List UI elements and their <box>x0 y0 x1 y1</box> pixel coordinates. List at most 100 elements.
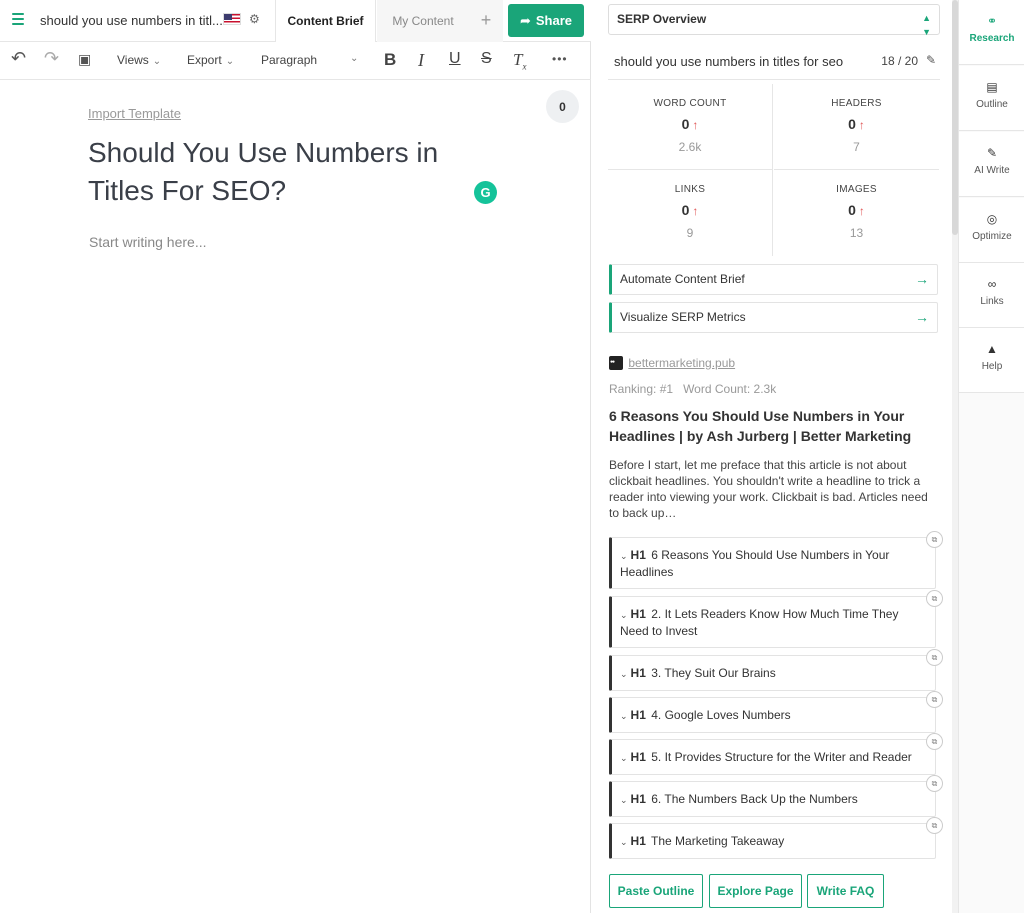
export-label: Export <box>187 53 222 67</box>
import-template-link[interactable]: Import Template <box>88 106 181 121</box>
document-title[interactable]: should you use numbers in titl... <box>40 13 223 28</box>
outline-heading[interactable]: ⌄ H1 5. It Provides Structure for the Wri… <box>609 733 943 775</box>
metric-label: LINKS <box>674 184 706 195</box>
share-arrow-icon: ➦ <box>519 12 531 28</box>
tab-content-brief[interactable]: Content Brief <box>275 0 376 42</box>
metric-value: 0 ↑ <box>848 116 865 132</box>
result-source: bettermarketing.pub <box>609 355 735 370</box>
copy-icon[interactable]: ⧉ <box>926 531 943 548</box>
heading-text: 3. They Suit Our Brains <box>651 666 776 680</box>
heading-tag: H1 <box>630 834 646 848</box>
metric-value: 0 ↑ <box>681 202 699 218</box>
metric-value: 0 ↑ <box>681 116 699 132</box>
chevron-down-icon[interactable]: ⌄ <box>620 837 628 847</box>
redo-icon[interactable]: ↷ <box>44 48 59 69</box>
add-tab-button[interactable]: + <box>469 0 503 42</box>
visualize-serp-metrics-button[interactable]: Visualize SERP Metrics → <box>609 302 938 333</box>
heading-text: 4. Google Loves Numbers <box>651 708 791 722</box>
sidenav-item-links[interactable]: ∞ Links <box>959 263 1024 328</box>
pencil-icon[interactable]: ✎ <box>926 53 936 67</box>
chevron-down-icon[interactable]: ⌄ <box>620 551 628 561</box>
serp-select-label: SERP Overview <box>617 12 707 26</box>
sidenav-label: Links <box>980 296 1004 307</box>
copy-icon[interactable]: ⧉ <box>926 733 943 750</box>
heading-tag: H1 <box>630 750 646 764</box>
write-faq-button[interactable]: Write FAQ <box>807 874 884 908</box>
underline-icon[interactable]: U <box>449 50 461 68</box>
explore-page-button[interactable]: Explore Page <box>709 874 802 908</box>
outline-heading[interactable]: ⌄ H1 3. They Suit Our Brains ⧉ <box>609 649 943 691</box>
outline-heading[interactable]: ⌄ H1 6 Reasons You Should Use Numbers in … <box>609 531 943 589</box>
heading-tag: H1 <box>630 548 646 562</box>
sidenav-item-research[interactable]: ⚭ Research <box>959 0 1024 65</box>
binoculars-icon: ⚭ <box>986 14 998 28</box>
copy-icon[interactable]: ⧉ <box>926 775 943 792</box>
magic-wand-icon: ✎ <box>986 146 998 160</box>
views-dropdown[interactable]: Views ⌄ <box>117 53 161 67</box>
sidenav-item-help[interactable]: ▲ Help <box>959 328 1024 393</box>
outline-heading[interactable]: ⌄ H1 4. Google Loves Numbers ⧉ <box>609 691 943 733</box>
metric-label: WORD COUNT <box>653 98 727 109</box>
link-icon: ∞ <box>987 277 997 291</box>
heading-tag: H1 <box>630 792 646 806</box>
heading-tag: H1 <box>630 666 646 680</box>
copy-icon[interactable]: ⧉ <box>926 691 943 708</box>
clear-format-icon[interactable]: Tx <box>513 50 526 71</box>
arrow-right-icon: → <box>915 271 929 287</box>
editor-toolbar: ↶ ↷ ▣ Views ⌄ Export ⌄ Paragraph ⌄ B I U S… <box>0 42 591 80</box>
copy-icon[interactable]: ⧉ <box>926 590 943 607</box>
sidenav-item-ai-write[interactable]: ✎ AI Write <box>959 132 1024 197</box>
paragraph-dropdown[interactable]: Paragraph <box>261 53 317 67</box>
bold-icon[interactable]: B <box>384 50 396 70</box>
tab-my-content[interactable]: My Content <box>377 0 469 42</box>
paragraph-label: Paragraph <box>261 53 318 67</box>
chevron-down-icon[interactable]: ⌄ <box>620 610 628 620</box>
more-icon[interactable]: ••• <box>552 52 568 66</box>
sidenav-item-outline[interactable]: ▤ Outline <box>959 66 1024 131</box>
metrics-grid: WORD COUNT 0 ↑ 2.6k HEADERS 0 ↑ 7 LINKS 0 ↑… <box>608 84 940 256</box>
editor-placeholder[interactable]: Start writing here... <box>89 234 207 250</box>
outline-heading[interactable]: ⌄ H1 The Marketing Takeaway ⧉ <box>609 817 943 859</box>
chevron-down-icon[interactable]: ⌄ <box>620 795 628 805</box>
chevron-down-icon[interactable]: ⌄ <box>620 669 628 679</box>
serp-overview-select[interactable]: SERP Overview ▲ ▼ <box>608 4 940 37</box>
chevron-down-icon: ⌄ <box>152 56 162 67</box>
result-description: Before I start, let me preface that this… <box>609 458 928 520</box>
editor-pane: should you use numbers in titl... ⚙ Cont… <box>0 0 591 913</box>
save-icon[interactable]: ▣ <box>78 51 91 68</box>
metric-images: IMAGES 0 ↑ 13 <box>774 170 939 256</box>
sidenav-item-optimize[interactable]: ◎ Optimize <box>959 198 1024 263</box>
outline-heading[interactable]: ⌄ H1 6. The Numbers Back Up the Numbers ⧉ <box>609 775 943 817</box>
chevron-down-icon[interactable]: ⌄ <box>350 53 358 64</box>
sidenav-label: Optimize <box>972 231 1012 242</box>
chevron-down-icon[interactable]: ⌄ <box>620 753 628 763</box>
result-title[interactable]: 6 Reasons You Should Use Numbers in Your… <box>609 406 939 446</box>
undo-icon[interactable]: ↶ <box>11 48 26 69</box>
export-dropdown[interactable]: Export ⌄ <box>187 53 234 67</box>
menu-icon[interactable] <box>12 13 24 25</box>
grammarly-icon[interactable]: G <box>474 181 497 204</box>
strikethrough-icon[interactable]: S <box>481 50 492 68</box>
arrow-up-icon: ↑ <box>858 204 865 218</box>
views-label: Views <box>117 53 149 67</box>
gear-icon[interactable]: ⚙ <box>249 12 260 26</box>
action-label: Visualize SERP Metrics <box>620 310 746 324</box>
us-flag-icon[interactable] <box>223 13 241 25</box>
source-link[interactable]: bettermarketing.pub <box>628 356 735 370</box>
automate-content-brief-button[interactable]: Automate Content Brief → <box>609 264 938 295</box>
paste-outline-button[interactable]: Paste Outline <box>609 874 703 908</box>
metric-target: 13 <box>849 226 864 240</box>
sidenav-label: Outline <box>976 99 1008 110</box>
arrow-up-icon: ↑ <box>858 118 865 132</box>
share-button[interactable]: ➦ Share <box>508 4 584 37</box>
outline-heading[interactable]: ⌄ H1 2. It Lets Readers Know How Much Tim… <box>609 590 943 648</box>
heading-text: The Marketing Takeaway <box>651 834 785 848</box>
document-heading[interactable]: Should You Use Numbers in Titles For SEO… <box>88 134 468 210</box>
italic-icon[interactable]: I <box>418 50 424 71</box>
copy-icon[interactable]: ⧉ <box>926 649 943 666</box>
keyword-text: should you use numbers in titles for seo <box>614 54 844 69</box>
result-word-count: Word Count: 2.3k <box>683 382 777 396</box>
action-label: Automate Content Brief <box>620 272 745 286</box>
chevron-down-icon[interactable]: ⌄ <box>620 711 628 721</box>
copy-icon[interactable]: ⧉ <box>926 817 943 834</box>
